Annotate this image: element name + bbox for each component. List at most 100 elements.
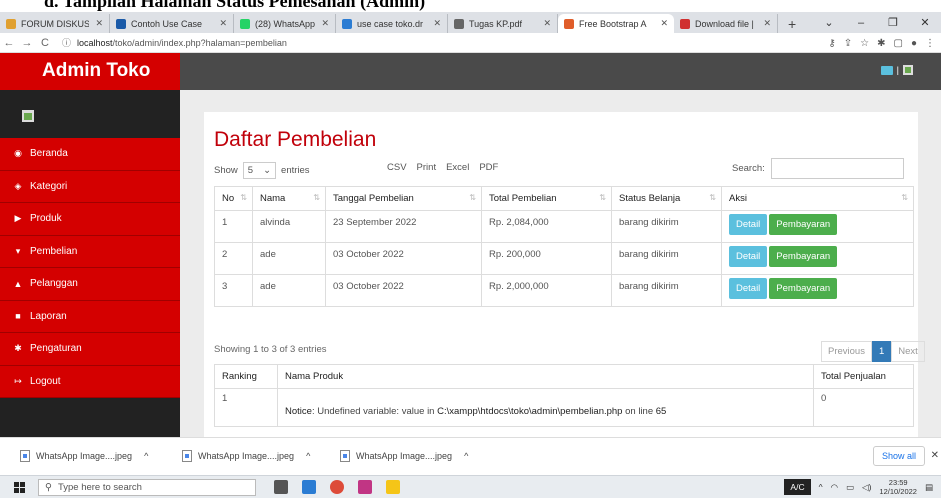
tab-search-icon[interactable]: ⌄ [813, 16, 845, 29]
column-header[interactable]: Status Belanja ⇅ [611, 186, 722, 211]
sidebar-item-pelanggan[interactable]: ▲ Pelanggan [0, 268, 180, 301]
mail-icon[interactable] [880, 65, 893, 75]
close-tab-icon[interactable]: ✕ [543, 18, 551, 29]
sort-icon[interactable]: ⇅ [240, 193, 247, 202]
close-tab-icon[interactable]: ✕ [660, 18, 668, 29]
previous-page-button[interactable]: Previous [821, 341, 872, 362]
detail-button[interactable]: Detail [729, 214, 768, 235]
favicon-icon [6, 18, 16, 29]
url-field[interactable]: ⓘ localhost /toko/admin/index.php?halama… [62, 36, 287, 49]
volume-icon[interactable]: ◁) [862, 482, 871, 493]
payment-button[interactable]: Pembayaran [769, 246, 838, 267]
sort-icon[interactable]: ⇅ [709, 193, 716, 202]
notice-label: Notice [285, 406, 312, 417]
detail-button[interactable]: Detail [729, 278, 768, 299]
vscode-icon[interactable] [302, 480, 316, 494]
column-header-label: Nama [260, 193, 286, 204]
browser-tab-label: Download file | [695, 18, 754, 29]
user-image-icon[interactable] [903, 65, 913, 75]
battery-icon[interactable]: ▭ [846, 482, 854, 493]
sort-icon[interactable]: ⇅ [313, 193, 320, 202]
print-button[interactable]: Print [417, 162, 437, 173]
sidebar-item-pembelian[interactable]: ▾ Pembelian [0, 235, 180, 268]
task-view-icon[interactable] [274, 480, 288, 494]
column-header[interactable]: No ⇅ [214, 186, 253, 211]
close-tab-icon[interactable]: ✕ [321, 18, 329, 29]
browser-tab[interactable]: use case toko.dr ✕ [336, 14, 448, 33]
sidepanel-icon[interactable]: ▢ [894, 38, 903, 49]
file-explorer-icon[interactable] [386, 480, 400, 494]
close-tab-icon[interactable]: ✕ [433, 18, 441, 29]
browser-tab[interactable]: Free Bootstrap A ✕ [558, 14, 674, 33]
detail-button[interactable]: Detail [729, 246, 768, 267]
browser-tab[interactable]: FORUM DISKUSI ✕ [0, 14, 110, 33]
chevron-up-icon[interactable]: ^ [464, 451, 468, 461]
brand-logo[interactable]: Admin Toko [0, 53, 180, 90]
payment-button[interactable]: Pembayaran [769, 278, 838, 299]
key-icon[interactable]: ⚷ [828, 38, 835, 49]
url-path: /toko/admin/index.php?halaman=pembelian [112, 37, 287, 48]
app-icon[interactable] [358, 480, 372, 494]
windows-start-icon[interactable] [14, 482, 25, 493]
sort-icon[interactable]: ⇅ [599, 193, 606, 202]
menu-icon[interactable]: ⋮ [925, 38, 935, 49]
browser-tab[interactable]: (28) WhatsApp ✕ [234, 14, 336, 33]
network-icon[interactable]: ◠ [831, 482, 838, 493]
close-window-icon[interactable]: ✕ [909, 16, 941, 29]
sidebar-item-pengaturan[interactable]: ✱ Pengaturan [0, 333, 180, 366]
bookmark-star-icon[interactable]: ☆ [860, 38, 869, 49]
minimize-icon[interactable]: – [845, 17, 877, 29]
taskbar-search-field[interactable]: ⚲ Type here to search [38, 479, 256, 496]
sidebar-item-laporan[interactable]: ■ Laporan [0, 300, 180, 333]
total-sales-cell: 0 [813, 388, 914, 427]
close-icon[interactable]: ✕ [931, 450, 939, 461]
pdf-button[interactable]: PDF [479, 162, 498, 173]
close-tab-icon[interactable]: ✕ [95, 18, 103, 29]
column-header[interactable]: Total Pembelian ⇅ [481, 186, 612, 211]
close-tab-icon[interactable]: ✕ [763, 18, 771, 29]
ime-indicator[interactable]: A/C [784, 479, 811, 495]
close-tab-icon[interactable]: ✕ [219, 18, 227, 29]
download-item[interactable]: WhatsApp Image....jpeg ^ [182, 450, 310, 462]
clock[interactable]: 23:59 12/10/2022 [879, 478, 917, 496]
separator: | [896, 65, 899, 75]
chevron-up-icon[interactable]: ^ [306, 451, 310, 461]
download-item[interactable]: WhatsApp Image....jpeg ^ [340, 450, 468, 462]
profile-avatar-icon[interactable]: ● [911, 38, 917, 49]
download-item[interactable]: WhatsApp Image....jpeg ^ [20, 450, 148, 462]
extensions-icon[interactable]: ✱ [877, 38, 885, 49]
forward-icon[interactable]: → [18, 37, 36, 49]
sidebar-item-logout[interactable]: ↦ Logout [0, 365, 180, 398]
reload-icon[interactable]: C [36, 37, 54, 49]
column-header[interactable]: Nama ⇅ [252, 186, 326, 211]
chrome-icon[interactable] [330, 480, 344, 494]
csv-button[interactable]: CSV [387, 162, 407, 173]
column-header[interactable]: Tanggal Pembelian ⇅ [325, 186, 482, 211]
current-page-button[interactable]: 1 [871, 341, 892, 362]
column-header[interactable]: Aksi ⇅ [721, 186, 914, 211]
search-input[interactable] [770, 158, 904, 179]
back-icon[interactable]: ← [0, 37, 18, 49]
new-tab-button[interactable]: + [778, 14, 806, 33]
sidebar-item-kategori[interactable]: ◈ Kategori [0, 170, 180, 203]
next-page-button[interactable]: Next [891, 341, 925, 362]
maximize-icon[interactable]: ❐ [877, 16, 909, 29]
browser-tab[interactable]: Contoh Use Case ✕ [110, 14, 234, 33]
chevron-up-icon[interactable]: ^ [144, 451, 148, 461]
share-icon[interactable]: ⇪ [844, 38, 852, 49]
sidebar-item-beranda[interactable]: ◉ Beranda [0, 138, 180, 171]
excel-button[interactable]: Excel [446, 162, 469, 173]
clock-time: 23:59 [888, 478, 908, 487]
sidebar-item-produk[interactable]: ▶ Produk [0, 203, 180, 236]
sort-icon[interactable]: ⇅ [901, 193, 908, 202]
browser-tab[interactable]: Tugas KP.pdf ✕ [448, 14, 558, 33]
payment-button[interactable]: Pembayaran [769, 214, 838, 235]
show-all-button[interactable]: Show all [872, 446, 925, 466]
entries-select[interactable]: 5 ⌄ [242, 162, 277, 179]
sort-icon[interactable]: ⇅ [469, 193, 476, 202]
info-icon[interactable]: ⓘ [62, 36, 71, 49]
tray-chevron-icon[interactable]: ^ [819, 482, 823, 492]
notification-icon[interactable]: ▤ [925, 482, 933, 493]
browser-tab[interactable]: Download file | ✕ [674, 14, 778, 33]
document-heading: d. Tampilan Halaman Status Pemesanan (Ad… [0, 0, 941, 12]
